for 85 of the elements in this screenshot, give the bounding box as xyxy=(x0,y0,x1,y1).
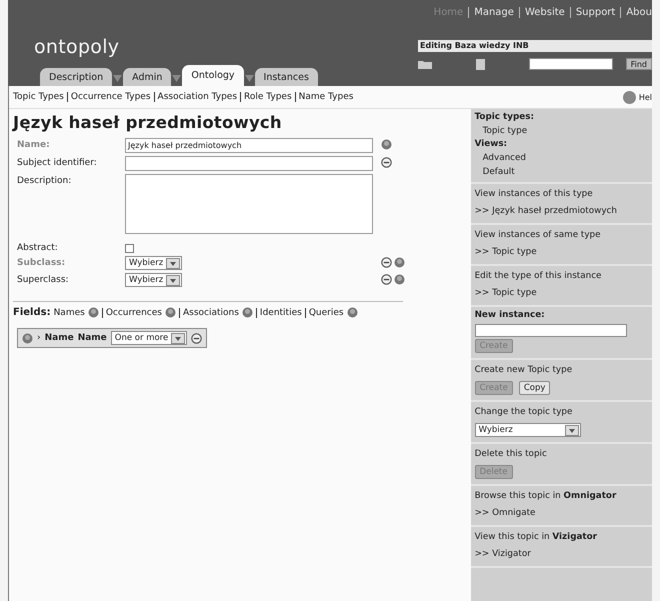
nav-link[interactable]: Website xyxy=(518,7,565,18)
caret-icon xyxy=(113,75,122,82)
tab[interactable]: Instances xyxy=(254,68,318,86)
tab[interactable]: Admin xyxy=(123,68,172,86)
caret-icon xyxy=(172,75,182,82)
subnav-link[interactable]: Occurrence Types xyxy=(66,92,151,102)
instance-name-field[interactable] xyxy=(474,324,627,337)
sidebar-link[interactable]: >> Vizigator xyxy=(474,546,648,563)
fields-link[interactable]: Associations xyxy=(178,308,239,318)
text-field[interactable]: Język haseł przedmiotowych xyxy=(125,138,373,153)
sidebar-item[interactable]: Advanced xyxy=(474,151,648,165)
dropdown-icon xyxy=(166,274,180,286)
add-icon[interactable] xyxy=(346,307,358,318)
document-icon[interactable] xyxy=(476,58,485,70)
sidebar-text: Browse this topic in Omnigator xyxy=(474,490,618,503)
fields-label: Fields: xyxy=(13,307,51,318)
page-title: Język haseł przedmiotowych xyxy=(13,113,283,132)
add-icon[interactable] xyxy=(88,307,99,318)
caret-icon xyxy=(244,75,254,82)
fields-link[interactable]: Names xyxy=(54,308,85,318)
nav-link[interactable]: Support xyxy=(570,7,616,18)
cardinality-select[interactable]: One or more xyxy=(110,331,188,345)
fields-link[interactable]: Occurrences xyxy=(102,308,162,318)
sidebar-heading: New instance: xyxy=(474,309,546,322)
expand-icon[interactable]: › xyxy=(37,333,41,343)
sidebar-text: Create new Topic type xyxy=(474,364,574,377)
field-label: Subject identifier: xyxy=(17,157,98,168)
field-label: Description: xyxy=(17,175,72,186)
select-field[interactable]: Wybierz xyxy=(125,256,182,270)
tab[interactable]: Ontology xyxy=(182,65,244,86)
tab[interactable]: Description xyxy=(40,68,112,86)
sidebar-item[interactable]: Default xyxy=(474,165,648,179)
sidebar-link[interactable]: >> Język haseł przedmiotowych xyxy=(474,203,648,220)
field-label: Superclass: xyxy=(17,274,70,285)
add-icon[interactable] xyxy=(242,307,253,318)
folder-icon[interactable] xyxy=(418,59,432,69)
field-label: Name: xyxy=(17,139,51,150)
add-icon[interactable] xyxy=(394,257,405,268)
field-type: Name xyxy=(78,333,107,343)
sidebar-heading: Views: xyxy=(474,138,508,151)
logo[interactable]: ontopoly xyxy=(34,36,120,58)
remove-icon[interactable] xyxy=(381,274,392,285)
sidebar-link[interactable]: >> Omnigate xyxy=(474,505,648,522)
add-icon[interactable] xyxy=(394,274,405,285)
sidebar-text: View instances of same type xyxy=(474,229,602,242)
add-icon[interactable] xyxy=(381,139,392,150)
fields-link[interactable]: Identities xyxy=(256,308,302,318)
field-label: Subclass: xyxy=(17,257,66,268)
sidebar-link[interactable]: >> Topic type xyxy=(474,285,648,302)
field-name: Name xyxy=(44,333,74,343)
subnav-link[interactable]: Role Types xyxy=(240,92,292,102)
sidebar-text: View this topic in Vizigator xyxy=(474,531,598,544)
dropdown-icon xyxy=(166,258,180,268)
subnav-link[interactable]: Association Types xyxy=(154,92,238,102)
sidebar-heading: Topic types: xyxy=(474,111,535,124)
subnav-link[interactable]: Topic Types xyxy=(13,92,64,102)
nav-link[interactable]: Abou xyxy=(620,7,652,18)
sidebar-button[interactable]: Copy xyxy=(518,381,550,395)
find-button[interactable]: Find xyxy=(626,58,652,70)
sidebar-text: Delete this topic xyxy=(474,448,548,461)
fields-link[interactable]: Queries xyxy=(304,308,344,318)
select-field[interactable]: Wybierz xyxy=(125,273,182,287)
text-field[interactable] xyxy=(125,156,373,171)
checkbox[interactable] xyxy=(125,244,134,253)
description-field[interactable] xyxy=(125,174,373,234)
help-link[interactable]: Hel xyxy=(638,92,652,102)
type-select[interactable]: Wybierz xyxy=(474,423,581,437)
dropdown-icon xyxy=(564,424,579,436)
editing-label: Editing Baza wiedzy INB xyxy=(418,40,652,52)
remove-icon[interactable] xyxy=(191,332,202,344)
remove-icon[interactable] xyxy=(381,157,392,168)
help-icon[interactable] xyxy=(622,90,636,104)
nav-link[interactable]: Manage xyxy=(468,7,514,18)
subnav-link[interactable]: Name Types xyxy=(294,92,354,102)
sidebar-text: View instances of this type xyxy=(474,188,594,201)
drag-icon[interactable] xyxy=(22,332,33,344)
sidebar-link[interactable]: >> Topic type xyxy=(474,244,648,261)
dropdown-icon xyxy=(171,332,186,344)
sidebar-text: Change the topic type xyxy=(474,406,574,419)
sidebar-item[interactable]: Topic type xyxy=(474,124,648,138)
search-field[interactable] xyxy=(529,58,613,70)
remove-icon[interactable] xyxy=(381,257,392,268)
add-icon[interactable] xyxy=(164,307,176,318)
field-label: Abstract: xyxy=(17,242,59,253)
sidebar-text: Edit the type of this instance xyxy=(474,270,602,283)
